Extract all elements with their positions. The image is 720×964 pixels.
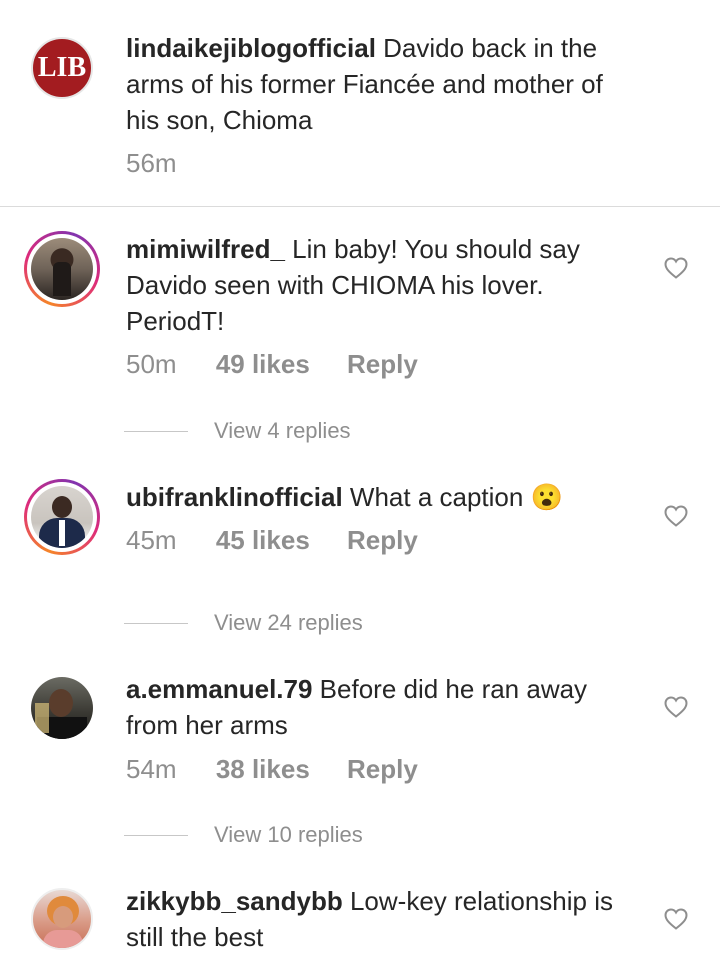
comment-text: zikkybb_sandybb Low-key relationship is … bbox=[126, 883, 636, 955]
comment-meta: 50m 49 likes Reply bbox=[126, 346, 418, 382]
replies-line bbox=[124, 834, 188, 836]
comment-likes[interactable]: 45 likes bbox=[216, 522, 310, 558]
view-replies-label: View 10 replies bbox=[214, 822, 363, 847]
caption-meta: 56m bbox=[126, 145, 177, 181]
view-replies-button[interactable]: View 10 replies bbox=[124, 820, 363, 850]
comment-username[interactable]: a.emmanuel.79 bbox=[126, 674, 312, 704]
caption-divider bbox=[0, 206, 720, 207]
avatar-mimiwilfred[interactable] bbox=[24, 231, 100, 307]
comment-username[interactable]: zikkybb_sandybb bbox=[126, 886, 343, 916]
avatar-a-emmanuel-79[interactable] bbox=[31, 677, 93, 739]
comment-username[interactable]: ubifranklinofficial bbox=[126, 482, 343, 512]
comment-time: 50m bbox=[126, 349, 177, 379]
avatar-photo bbox=[49, 689, 73, 717]
caption-text: lindaikejiblogofficial Davido back in th… bbox=[126, 30, 636, 138]
comment-likes[interactable]: 49 likes bbox=[216, 346, 310, 382]
caption-username[interactable]: lindaikejiblogofficial bbox=[126, 33, 376, 63]
comment-text: mimiwilfred_ Lin baby! You should say Da… bbox=[126, 231, 636, 339]
comment-text: a.emmanuel.79 Before did he ran away fro… bbox=[126, 671, 636, 743]
comment-likes[interactable]: 38 likes bbox=[216, 751, 310, 787]
avatar-lindaikejiblogofficial[interactable]: LIB bbox=[31, 37, 93, 99]
reply-button[interactable]: Reply bbox=[347, 346, 418, 382]
avatar-zikkybb-sandybb[interactable] bbox=[31, 888, 93, 950]
avatar-photo bbox=[31, 486, 93, 548]
reply-button[interactable]: Reply bbox=[347, 522, 418, 558]
view-replies-button[interactable]: View 24 replies bbox=[124, 608, 363, 638]
reply-button[interactable]: Reply bbox=[347, 751, 418, 787]
avatar-photo bbox=[31, 238, 93, 300]
replies-line bbox=[124, 622, 188, 624]
view-replies-label: View 4 replies bbox=[214, 418, 351, 443]
view-replies-label: View 24 replies bbox=[214, 610, 363, 635]
comment-time: 54m bbox=[126, 754, 177, 784]
comment-meta: 54m 38 likes Reply bbox=[126, 751, 418, 787]
heart-outline-icon[interactable] bbox=[664, 257, 688, 279]
view-replies-button[interactable]: View 4 replies bbox=[124, 416, 351, 446]
caption-time: 56m bbox=[126, 148, 177, 178]
comment-text: ubifranklinofficial What a caption 😮 bbox=[126, 479, 636, 515]
replies-line bbox=[124, 430, 188, 432]
heart-outline-icon[interactable] bbox=[664, 505, 688, 527]
lib-logo-text: LIB bbox=[37, 52, 87, 83]
surprised-emoji: 😮 bbox=[530, 482, 563, 512]
heart-outline-icon[interactable] bbox=[664, 908, 688, 930]
comment-meta: 45m 45 likes Reply bbox=[126, 522, 418, 558]
comment-body: What a caption bbox=[349, 482, 524, 512]
comment-time: 45m bbox=[126, 525, 177, 555]
heart-outline-icon[interactable] bbox=[664, 696, 688, 718]
comment-username[interactable]: mimiwilfred_ bbox=[126, 234, 285, 264]
avatar-ubifranklinofficial[interactable] bbox=[24, 479, 100, 555]
